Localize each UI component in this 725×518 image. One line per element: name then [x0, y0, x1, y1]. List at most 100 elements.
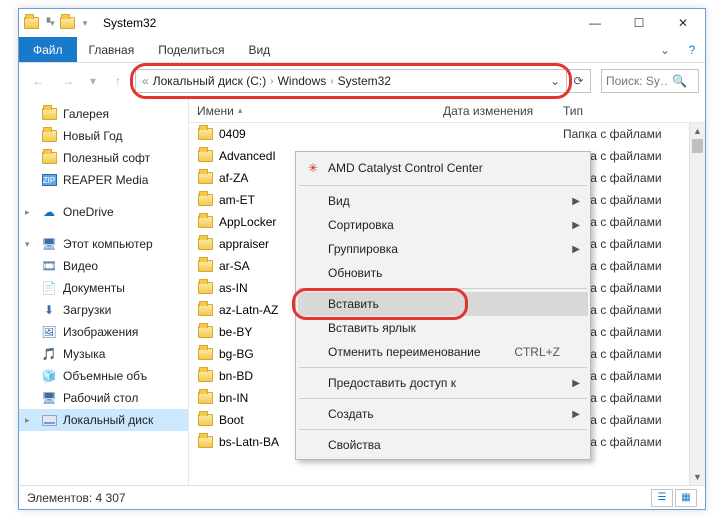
menu-item[interactable]: Отменить переименованиеCTRL+Z [298, 340, 588, 364]
menu-divider [299, 367, 587, 368]
view-details-button[interactable]: ☰ [651, 489, 673, 507]
menu-item[interactable]: Вставить ярлык [298, 316, 588, 340]
docs-icon: 📄 [41, 280, 57, 296]
sidebar-item-label: Документы [63, 281, 125, 295]
sidebar-item[interactable]: ⬇ Загрузки [19, 299, 188, 321]
column-date[interactable]: Дата изменения [435, 104, 555, 118]
qat-overflow-icon[interactable]: ▾ [77, 15, 93, 31]
ribbon-expand-icon[interactable]: ⌄ [651, 37, 679, 62]
menu-item[interactable]: Сортировка▶ [298, 213, 588, 237]
folder-icon [197, 258, 213, 274]
sidebar-item-label: Изображения [63, 325, 138, 339]
file-name: bg-BG [219, 347, 254, 361]
menu-item[interactable]: Создать▶ [298, 402, 588, 426]
address-dropdown-icon[interactable]: ⌄ [550, 74, 560, 88]
dl-icon: ⬇ [41, 302, 57, 318]
menu-item-label: Вставить ярлык [328, 321, 416, 335]
back-button[interactable]: ← [25, 68, 51, 94]
refresh-button[interactable]: ⟳ [567, 69, 591, 93]
file-name: az-Latn-AZ [219, 303, 278, 317]
menu-item[interactable]: Вставить [298, 292, 588, 316]
file-name: ar-SA [219, 259, 250, 273]
chevron-right-icon[interactable]: › [330, 76, 333, 87]
qat-properties-icon[interactable] [59, 15, 75, 31]
desk-icon: 🖥 [41, 390, 57, 406]
sidebar-item[interactable]: ZIPREAPER Media [19, 169, 188, 191]
sidebar-item[interactable]: Новый Год [19, 125, 188, 147]
expand-icon[interactable]: ▾ [25, 239, 30, 250]
file-name: bn-IN [219, 391, 248, 405]
breadcrumb-drive[interactable]: Локальный диск (C:) [153, 74, 267, 88]
menu-divider [299, 185, 587, 186]
up-button[interactable]: ↑ [105, 68, 131, 94]
column-type[interactable]: Тип [555, 104, 705, 118]
sidebar-item-label: OneDrive [63, 205, 114, 219]
table-row[interactable]: 0409Папка с файлами [189, 123, 705, 145]
explorer-window: ▝▾ ▾ System32 — ☐ ✕ Файл Главная Поделит… [18, 8, 706, 510]
submenu-arrow-icon: ▶ [572, 409, 580, 420]
zip-icon: ZIP [41, 172, 57, 188]
chevron-right-icon[interactable]: › [270, 76, 273, 87]
sidebar-item[interactable]: 🎞Видео [19, 255, 188, 277]
submenu-arrow-icon: ▶ [572, 244, 580, 255]
address-bar[interactable]: « Локальный диск (C:) › Windows › System… [135, 69, 567, 93]
file-name: Boot [219, 413, 244, 427]
menu-item-label: Вид [328, 194, 350, 208]
tab-view[interactable]: Вид [236, 37, 282, 62]
menu-item[interactable]: ✳AMD Catalyst Control Center [298, 154, 588, 182]
file-name: AdvancedI [219, 149, 276, 163]
menu-item[interactable]: Вид ▶ [298, 189, 588, 213]
sidebar-item-label: Галерея [63, 107, 109, 121]
search-box[interactable]: 🔍 [601, 69, 699, 93]
sidebar-item[interactable]: Галерея [19, 103, 188, 125]
tab-share[interactable]: Поделиться [146, 37, 236, 62]
sidebar-item[interactable]: Полезный софт [19, 147, 188, 169]
view-icons-button[interactable]: ▦ [675, 489, 697, 507]
column-headers: Имени▴ Дата изменения Тип [189, 99, 705, 123]
forward-button[interactable]: → [55, 68, 81, 94]
menu-shortcut: CTRL+Z [514, 345, 560, 359]
menu-item-label: Сортировка [328, 218, 394, 232]
menu-item[interactable]: Группировка ▶ [298, 237, 588, 261]
sidebar-item[interactable]: ▸☁OneDrive [19, 201, 188, 223]
breadcrumb-system32[interactable]: System32 [338, 74, 391, 88]
column-name[interactable]: Имени▴ [189, 104, 435, 118]
menu-item[interactable]: Обновить [298, 261, 588, 285]
menu-item[interactable]: Предоставить доступ к▶ [298, 371, 588, 395]
scroll-thumb[interactable] [692, 139, 703, 153]
menu-divider [299, 398, 587, 399]
sidebar-item[interactable]: 🖥Рабочий стол [19, 387, 188, 409]
sidebar-item[interactable]: 🎵Музыка [19, 343, 188, 365]
minimize-button[interactable]: — [573, 9, 617, 37]
sidebar-item-label: Загрузки [63, 303, 111, 317]
nav-sidebar: Галерея Новый Год Полезный софт ZIPREAPER M… [19, 99, 189, 485]
maximize-button[interactable]: ☐ [617, 9, 661, 37]
scroll-up-icon[interactable]: ▲ [690, 123, 705, 139]
menu-item[interactable]: Свойства [298, 433, 588, 457]
expand-icon[interactable]: ▸ [25, 415, 30, 426]
sidebar-item[interactable]: ▸ Локальный диск [19, 409, 188, 431]
menu-item-label: Группировка [328, 242, 398, 256]
menu-item-label: Вставить [328, 297, 379, 311]
scroll-down-icon[interactable]: ▼ [690, 469, 705, 485]
folder-icon [197, 324, 213, 340]
sidebar-item-label: Локальный диск [63, 413, 153, 427]
sidebar-item[interactable]: 🖼Изображения [19, 321, 188, 343]
qat-dropdown-icon[interactable]: ▝▾ [41, 15, 57, 31]
recent-dropdown-icon[interactable]: ▾ [85, 68, 101, 94]
folder-icon [41, 150, 57, 166]
sidebar-item-label: Полезный софт [63, 151, 150, 165]
help-icon[interactable]: ? [679, 37, 705, 62]
sidebar-item[interactable]: 📄 Документы [19, 277, 188, 299]
submenu-arrow-icon: ▶ [572, 378, 580, 389]
file-tab[interactable]: Файл [19, 37, 77, 62]
tab-home[interactable]: Главная [77, 37, 147, 62]
submenu-arrow-icon: ▶ [572, 196, 580, 207]
expand-icon[interactable]: ▸ [25, 207, 30, 218]
breadcrumb-windows[interactable]: Windows [278, 74, 327, 88]
search-input[interactable] [606, 74, 668, 88]
scrollbar[interactable]: ▲ ▼ [689, 123, 705, 485]
close-button[interactable]: ✕ [661, 9, 705, 37]
sidebar-item[interactable]: 🧊Объемные объ [19, 365, 188, 387]
sidebar-item[interactable]: ▾🖥Этот компьютер [19, 233, 188, 255]
